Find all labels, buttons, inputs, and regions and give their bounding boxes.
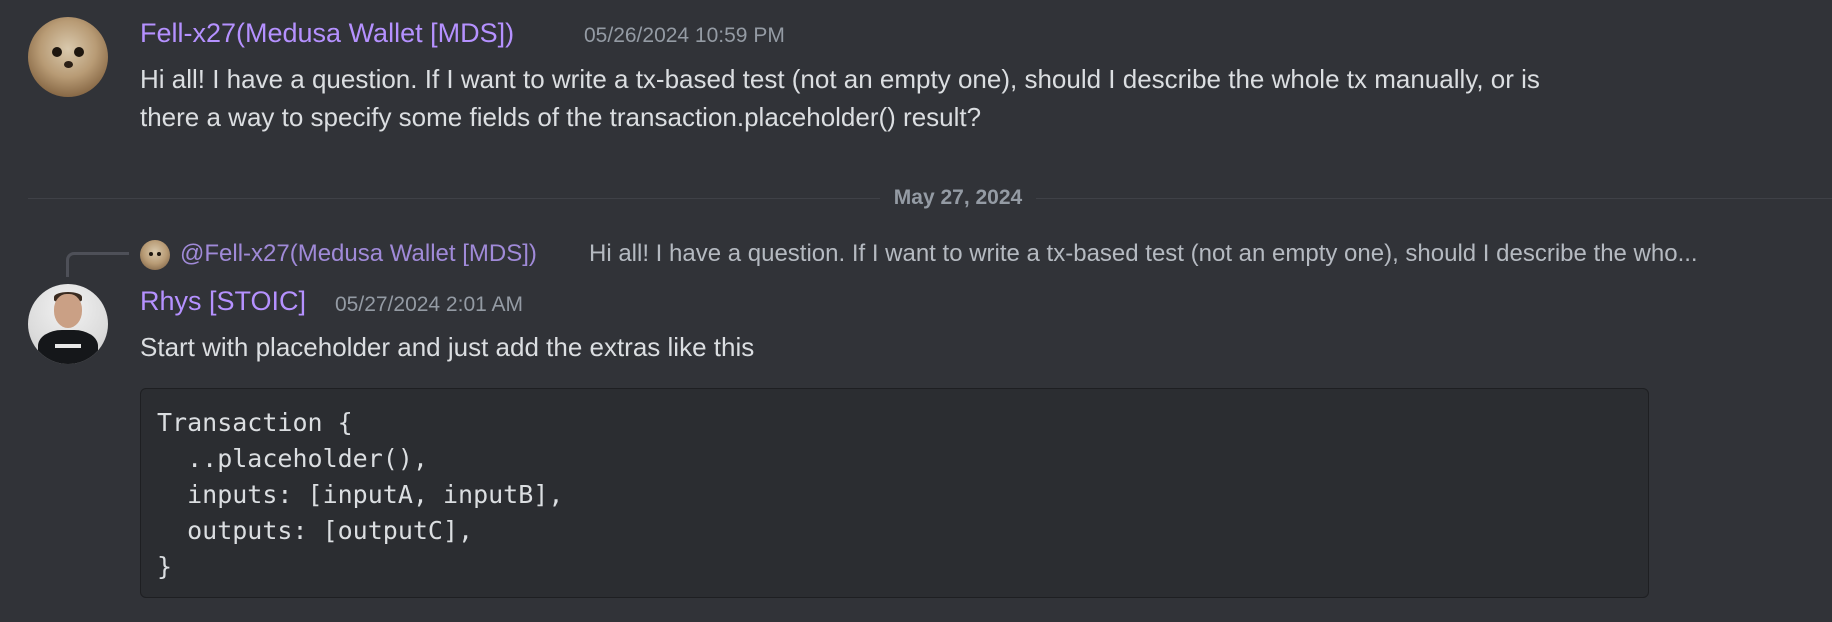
message-1: Fell-x27(Medusa Wallet [MDS]) 05/26/2024… bbox=[0, 0, 1832, 150]
reply-avatar[interactable] bbox=[140, 240, 170, 270]
reply-mention[interactable]: @Fell-x27(Medusa Wallet [MDS]) bbox=[180, 240, 537, 268]
reply-spine bbox=[66, 252, 129, 277]
timestamp[interactable]: 05/27/2024 2:01 AM bbox=[335, 293, 523, 317]
message-line: Hi all! I have a question. If I want to … bbox=[140, 64, 1540, 94]
username[interactable]: Rhys [STOIC] bbox=[140, 286, 306, 317]
date-divider-line bbox=[28, 198, 880, 199]
reply-preview-text[interactable]: Hi all! I have a question. If I want to … bbox=[589, 240, 1820, 268]
timestamp[interactable]: 05/26/2024 10:59 PM bbox=[584, 24, 785, 48]
avatar[interactable] bbox=[28, 17, 108, 97]
message-content: Hi all! I have a question. If I want to … bbox=[140, 60, 1820, 136]
message-content: Start with placeholder and just add the … bbox=[140, 332, 755, 362]
message-line: there a way to specify some fields of th… bbox=[140, 102, 982, 132]
code-block[interactable]: Transaction { ..placeholder(), inputs: [… bbox=[140, 388, 1649, 598]
username[interactable]: Fell-x27(Medusa Wallet [MDS]) bbox=[140, 18, 514, 49]
date-divider: May 27, 2024 bbox=[880, 186, 1036, 210]
code-text: Transaction { ..placeholder(), inputs: [… bbox=[157, 408, 564, 581]
date-divider-line bbox=[1036, 198, 1832, 199]
avatar[interactable] bbox=[28, 284, 108, 364]
